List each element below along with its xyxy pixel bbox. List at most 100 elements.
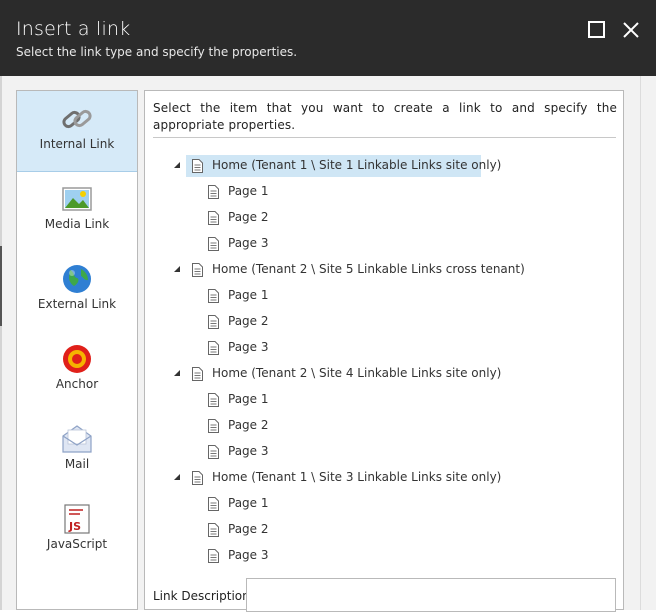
- link-properties-panel: Select the item that you want to create …: [144, 90, 624, 612]
- page-icon: [208, 289, 219, 303]
- tree-node-home: Home (Tenant 1 \ Site 3 Linkable Links s…: [145, 467, 623, 489]
- tree-item-page-1[interactable]: Page 1: [202, 389, 292, 411]
- page-icon: [208, 549, 219, 563]
- maximize-button[interactable]: [585, 18, 609, 42]
- page-icon: [208, 523, 219, 537]
- tree-item-home-tenant1-site3[interactable]: Home (Tenant 1 \ Site 3 Linkable Links s…: [186, 467, 501, 489]
- tree-node-page: Page 1: [145, 389, 623, 411]
- close-icon: [623, 22, 639, 38]
- tree-item-label: Home (Tenant 1 \ Site 3 Linkable Links s…: [212, 470, 502, 484]
- tree-node-page: Page 2: [145, 207, 623, 229]
- tree-node-home: Home (Tenant 1 \ Site 1 Linkable Links s…: [145, 155, 623, 177]
- sidebar-item-external-link[interactable]: External Link: [17, 251, 137, 331]
- dialog-title: Insert a link: [16, 18, 131, 40]
- maximize-icon: [588, 21, 605, 38]
- tree-item-page-2[interactable]: Page 2: [202, 415, 292, 437]
- tree-item-page-1[interactable]: Page 1: [202, 181, 292, 203]
- instruction-text: Select the item that you want to create …: [153, 101, 617, 132]
- close-button[interactable]: [619, 18, 643, 42]
- tree-item-label: Page 1: [228, 184, 269, 198]
- tree-node-page: Page 3: [145, 233, 623, 255]
- sidebar-item-internal-link[interactable]: Internal Link: [17, 91, 137, 172]
- page-icon: [208, 315, 219, 329]
- javascript-file-icon: JS: [64, 504, 90, 534]
- tree-item-label: Home (Tenant 2 \ Site 4 Linkable Links s…: [212, 366, 502, 380]
- chain-link-icon: [62, 109, 92, 129]
- window-edge-marker: [0, 246, 2, 326]
- page-icon: [192, 159, 203, 173]
- tree-item-label: Page 3: [228, 236, 269, 250]
- tree-node-home: Home (Tenant 2 \ Site 5 Linkable Links c…: [145, 259, 623, 281]
- sidebar-item-label: Internal Link: [39, 137, 115, 151]
- tree-item-page-3[interactable]: Page 3: [202, 441, 292, 463]
- globe-icon: [63, 265, 91, 293]
- tree-item-label: Page 1: [228, 392, 269, 406]
- tree-item-home-tenant1-site1[interactable]: Home (Tenant 1 \ Site 1 Linkable Links s…: [186, 155, 501, 177]
- tree-item-label: Page 1: [228, 496, 269, 510]
- dialog-header: Insert a link Select the link type and s…: [0, 0, 656, 76]
- page-icon: [208, 419, 219, 433]
- tree-node-page: Page 2: [145, 311, 623, 333]
- page-icon: [192, 471, 203, 485]
- svg-text:JS: JS: [68, 520, 81, 533]
- tree-item-label: Page 3: [228, 548, 269, 562]
- tree-node-page: Page 3: [145, 545, 623, 567]
- page-icon: [192, 367, 203, 381]
- divider: [153, 137, 616, 138]
- page-icon: [208, 211, 219, 225]
- tree-item-label: Home (Tenant 2 \ Site 5 Linkable Links c…: [212, 262, 525, 276]
- tree-item-label: Page 3: [228, 444, 269, 458]
- sidebar-item-label: Media Link: [44, 217, 110, 231]
- tree-node-page: Page 3: [145, 337, 623, 359]
- sidebar-item-label: JavaScript: [46, 537, 108, 551]
- sidebar-item-label: Mail: [64, 457, 90, 471]
- tree-item-page-3[interactable]: Page 3: [202, 545, 292, 567]
- tree-item-home-tenant2-site5[interactable]: Home (Tenant 2 \ Site 5 Linkable Links c…: [186, 259, 525, 281]
- dialog-subtitle: Select the link type and specify the pro…: [16, 45, 298, 59]
- tree-node-page: Page 2: [145, 519, 623, 541]
- page-icon: [208, 185, 219, 199]
- page-icon: [208, 341, 219, 355]
- tree-item-label: Page 2: [228, 314, 269, 328]
- link-description-label: Link Description:: [153, 589, 254, 603]
- page-icon: [208, 237, 219, 251]
- anchor-target-icon: [63, 345, 91, 373]
- tree-node-home: Home (Tenant 2 \ Site 4 Linkable Links s…: [145, 363, 623, 385]
- tree-node-page: Page 1: [145, 285, 623, 307]
- link-description-input[interactable]: [246, 578, 616, 612]
- page-icon: [208, 445, 219, 459]
- tree-node-page: Page 1: [145, 181, 623, 203]
- sidebar-item-label: External Link: [37, 297, 117, 311]
- page-icon: [208, 497, 219, 511]
- tree-item-page-2[interactable]: Page 2: [202, 519, 292, 541]
- collapse-icon[interactable]: [174, 162, 180, 168]
- tree-item-page-3[interactable]: Page 3: [202, 337, 292, 359]
- sidebar-item-mail[interactable]: Mail: [17, 411, 137, 491]
- tree-item-label: Page 2: [228, 522, 269, 536]
- scrollbar-track[interactable]: [640, 76, 656, 610]
- tree-node-page: Page 3: [145, 441, 623, 463]
- window-edge: [0, 76, 2, 610]
- page-icon: [192, 263, 203, 277]
- collapse-icon[interactable]: [174, 266, 180, 272]
- tree-item-label: Home (Tenant 1 \ Site 1 Linkable Links s…: [212, 158, 502, 172]
- image-icon: [62, 187, 92, 211]
- sidebar-item-javascript[interactable]: JS JavaScript: [17, 491, 137, 571]
- tree-item-page-1[interactable]: Page 1: [202, 493, 292, 515]
- tree-item-label: Page 2: [228, 210, 269, 224]
- tree-node-page: Page 1: [145, 493, 623, 515]
- link-type-sidebar: Internal Link Media Link External Link A…: [16, 90, 138, 610]
- sidebar-item-anchor[interactable]: Anchor: [17, 331, 137, 411]
- envelope-icon: [62, 425, 92, 453]
- tree-item-label: Page 2: [228, 418, 269, 432]
- sidebar-item-media-link[interactable]: Media Link: [17, 171, 137, 251]
- tree-item-page-3[interactable]: Page 3: [202, 233, 292, 255]
- collapse-icon[interactable]: [174, 370, 180, 376]
- tree-item-label: Page 1: [228, 288, 269, 302]
- collapse-icon[interactable]: [174, 474, 180, 480]
- tree-item-page-2[interactable]: Page 2: [202, 311, 292, 333]
- tree-item-page-2[interactable]: Page 2: [202, 207, 292, 229]
- tree-node-page: Page 2: [145, 415, 623, 437]
- tree-item-home-tenant2-site4[interactable]: Home (Tenant 2 \ Site 4 Linkable Links s…: [186, 363, 501, 385]
- tree-item-page-1[interactable]: Page 1: [202, 285, 292, 307]
